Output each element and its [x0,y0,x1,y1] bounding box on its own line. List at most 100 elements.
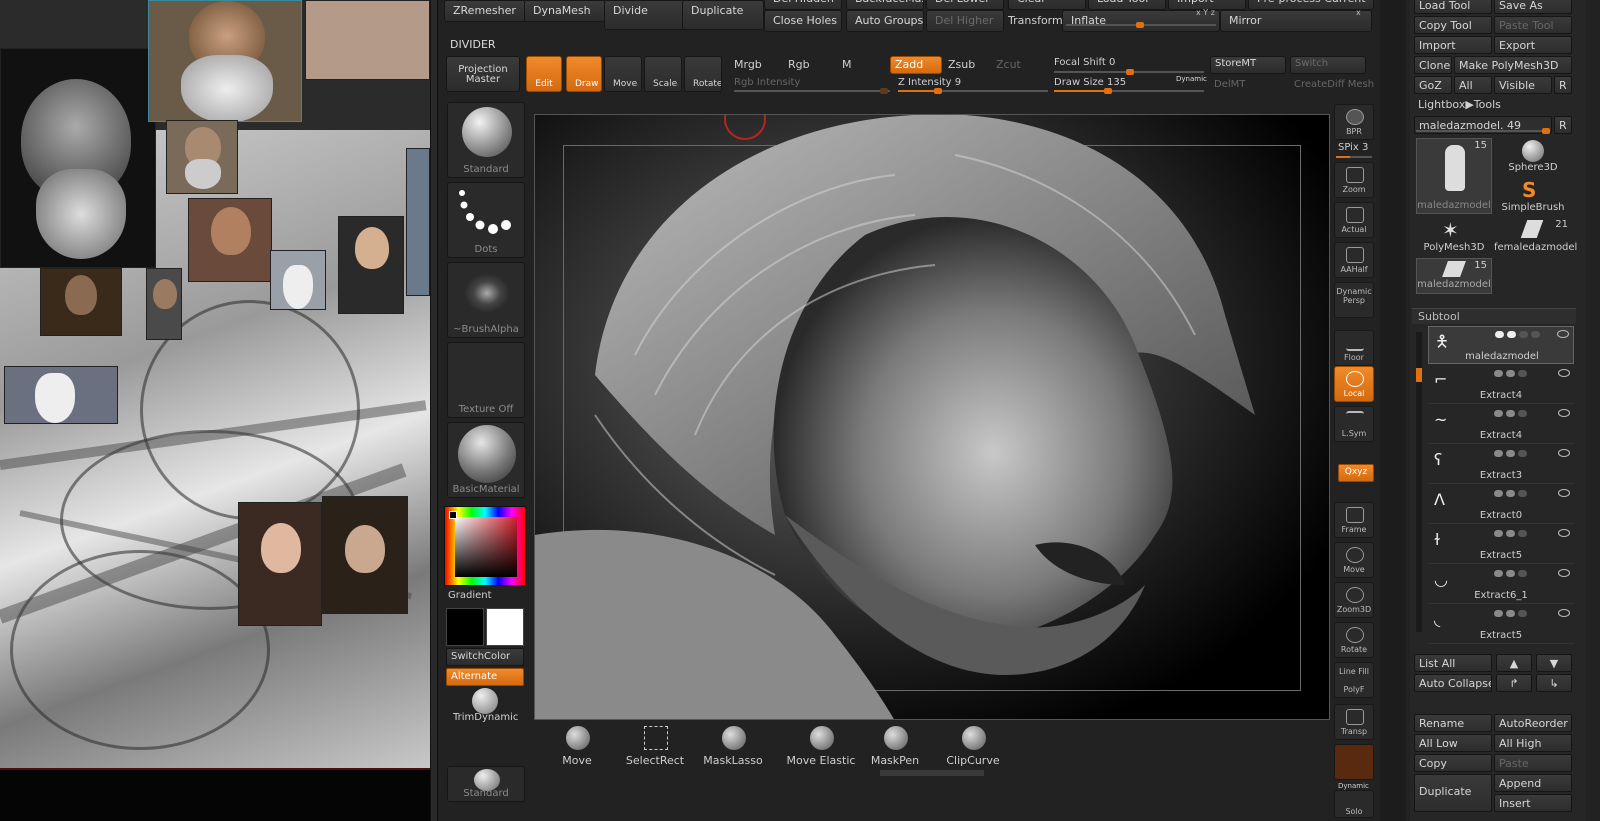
visibility-eye-icon[interactable] [1558,609,1570,617]
auto-collapse-button[interactable]: Auto Collapse [1414,674,1492,692]
local-button[interactable]: Local [1334,366,1374,402]
brush-selector[interactable]: Standard [447,102,525,178]
load-tool-top-button[interactable]: Load Tool [1088,0,1166,10]
subtool-toggle[interactable] [1518,370,1527,377]
subtool-toggle[interactable] [1494,530,1503,537]
stroke-selector[interactable]: Dots [447,182,525,258]
projection-master-button[interactable]: Projection Master [446,56,520,92]
tray-divider[interactable] [430,0,438,821]
dynamic-size-toggle[interactable]: Dynamic [1176,75,1207,83]
del-hidden-button[interactable]: Del Hidden [764,0,842,10]
subtool-toggle[interactable] [1518,490,1527,497]
subtool-toggle[interactable] [1518,530,1527,537]
subtool-item[interactable]: ⌐ Extract4 [1428,366,1574,404]
xyz-button[interactable]: Qxyz [1338,464,1374,482]
primary-color-swatch[interactable] [446,608,484,646]
color-picker[interactable] [444,506,526,586]
visibility-eye-icon[interactable] [1558,569,1570,577]
bpr-button[interactable]: BPR [1334,104,1374,140]
goz-button[interactable]: GoZ [1414,76,1452,94]
move-view-button[interactable]: Move [1334,542,1374,578]
clone-button[interactable]: Clone [1414,56,1452,74]
tool-slider-track[interactable] [1416,128,1550,134]
make-polymesh-button[interactable]: Make PolyMesh3D [1454,56,1572,74]
append-button[interactable]: Append [1494,774,1572,792]
trim-dynamic-brush-icon[interactable] [472,688,498,714]
subtool-toggle[interactable] [1507,331,1516,338]
subtool-toggle[interactable] [1494,570,1503,577]
visibility-eye-icon[interactable] [1558,369,1570,377]
subtool-item[interactable]: Ʌ Extract0 [1428,486,1574,524]
persp-button[interactable]: Dynamic Persp [1334,282,1374,318]
paste-button[interactable]: Paste [1494,754,1572,772]
tool-thumb-polymesh3d[interactable]: ✶ PolyMesh3D [1416,218,1492,256]
transp-button[interactable]: Transp [1334,704,1374,740]
copy-button[interactable]: Copy [1414,754,1492,772]
subtool-header[interactable]: Subtool [1412,308,1576,324]
auto-reorder-button[interactable]: AutoReorder [1494,714,1572,732]
rgb-intensity-slider[interactable]: Rgb Intensity [734,77,800,88]
mrgb-button[interactable]: Mrgb [734,58,762,71]
move-elastic-brush-button[interactable]: Move Elastic [776,722,866,768]
lightbox-tools-button[interactable]: Lightbox▶Tools [1418,98,1501,111]
focal-shift-track[interactable] [1054,69,1204,75]
solo-button[interactable]: Solo [1334,790,1374,818]
mirror-button[interactable]: Mirror [1220,10,1372,32]
alpha-selector[interactable]: ~BrushAlpha [447,262,525,338]
rename-button[interactable]: Rename [1414,714,1492,732]
masklasso-brush-button[interactable]: MaskLasso [696,722,770,768]
z-intensity-track[interactable] [898,88,1048,94]
z-intensity-knob[interactable] [934,88,942,94]
tool-thumb-sphere3d[interactable]: Sphere3D [1494,138,1572,176]
visibility-eye-icon[interactable] [1558,489,1570,497]
draw-mode-button[interactable]: Draw [566,56,602,92]
visibility-eye-icon[interactable] [1558,449,1570,457]
tool-thumb-maledazmodel[interactable]: 15 maledazmodel [1416,138,1492,214]
close-holes-button[interactable]: Close Holes [764,10,842,32]
document-canvas[interactable] [534,114,1330,720]
move-up-button[interactable]: ▲ [1496,654,1532,672]
subtool-toggle[interactable] [1506,570,1515,577]
divide-button[interactable]: Divide [604,0,686,30]
list-all-button[interactable]: List All [1414,654,1492,672]
secondary-brush-slot[interactable]: Standard [447,766,525,802]
polypaint-toggle[interactable] [1495,331,1504,338]
m-button[interactable]: M [842,58,852,71]
frame-button[interactable]: Frame [1334,502,1374,538]
visibility-eye-icon[interactable] [1557,330,1569,338]
visibility-eye-icon[interactable] [1558,409,1570,417]
rotate-view-button[interactable]: Rotate [1334,622,1374,658]
copy-tool-button[interactable]: Copy Tool [1414,16,1492,34]
z-intensity-slider[interactable]: Z Intensity 9 [898,77,961,88]
xyz-mini-label[interactable]: x Y z [1196,8,1215,17]
alternate-button[interactable]: Alternate [446,668,524,686]
load-tool-button[interactable]: Load Tool [1414,0,1492,14]
subtool-item[interactable]: ~ Extract4 [1428,406,1574,444]
rgb-intensity-track[interactable] [734,88,890,94]
subtool-toggle[interactable] [1506,530,1515,537]
subtool-item[interactable]: ɫ Extract5 [1428,526,1574,564]
duplicate-button[interactable]: Duplicate [682,0,764,30]
subtool-toggle[interactable] [1518,450,1527,457]
tool-slider-knob[interactable] [1542,128,1550,134]
del-lower-button[interactable]: Del Lower [926,0,1004,10]
shelf-scroll-handle[interactable] [880,770,984,776]
spix-slider[interactable]: SPix 3 [1338,142,1368,153]
visibility-eye-icon[interactable] [1558,529,1570,537]
texture-selector[interactable]: Texture Off [447,342,525,418]
goz-r-button[interactable]: R [1554,76,1572,94]
import-button[interactable]: Import [1414,36,1492,54]
right-tray-divider[interactable] [1380,0,1406,821]
zoom3d-button[interactable]: Zoom3D [1334,582,1374,618]
move-brush-button[interactable]: Move [540,722,614,768]
subtool-toggle[interactable] [1506,450,1515,457]
subtool-toggle[interactable] [1494,490,1503,497]
draw-size-track[interactable] [1054,88,1204,94]
zsub-button[interactable]: Zsub [948,58,975,71]
lsym-button[interactable]: L.Sym [1334,406,1374,442]
auto-groups-button[interactable]: Auto Groups [846,10,924,32]
switch-color-button[interactable]: SwitchColor [446,648,524,666]
subtool-item[interactable]: 🯅 maledazmodel [1428,326,1574,364]
paste-tool-button[interactable]: Paste Tool [1494,16,1572,34]
ghost-button[interactable] [1334,744,1374,780]
